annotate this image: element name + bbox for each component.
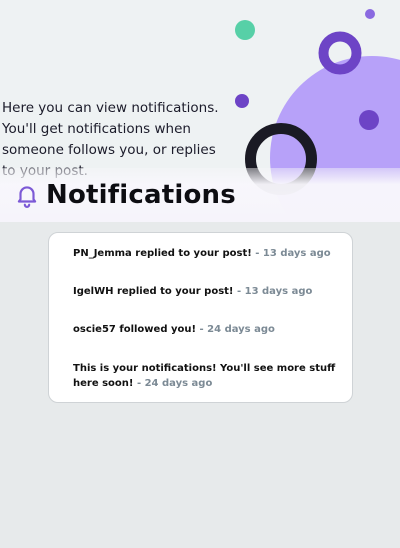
- notification-separator: -: [251, 248, 263, 259]
- notification-item[interactable]: IgelWH replied to your post! - 13 days a…: [73, 284, 343, 299]
- purple-dot-left: [235, 94, 249, 108]
- notification-message: oscie57 followed you!: [73, 324, 197, 335]
- notification-separator: -: [196, 324, 208, 335]
- green-dot: [235, 20, 255, 40]
- notification-message: IgelWH replied to your post!: [73, 286, 234, 297]
- notification-separator: -: [233, 286, 245, 297]
- notification-list: PN_Jemma replied to your post! - 13 days…: [48, 232, 353, 403]
- bell-icon: [17, 186, 37, 208]
- notification-time: 24 days ago: [207, 324, 275, 335]
- small-purple-dot: [365, 9, 375, 19]
- notification-message: PN_Jemma replied to your post!: [73, 248, 252, 259]
- notification-item[interactable]: oscie57 followed you! - 24 days ago: [73, 322, 343, 337]
- purple-ring: [318, 31, 362, 75]
- notification-item[interactable]: PN_Jemma replied to your post! - 13 days…: [73, 246, 343, 261]
- notification-separator: -: [133, 378, 145, 389]
- notification-item[interactable]: This is your notifications! You'll see m…: [73, 361, 343, 391]
- notification-time: 13 days ago: [262, 248, 331, 259]
- purple-dot-right: [359, 110, 379, 130]
- notifications-hero: Here you can view notifications. You'll …: [0, 0, 400, 222]
- page-header: Notifications: [14, 176, 236, 214]
- notification-time: 13 days ago: [244, 286, 313, 297]
- page-title: Notifications: [46, 180, 236, 210]
- notification-time: 24 days ago: [144, 378, 213, 389]
